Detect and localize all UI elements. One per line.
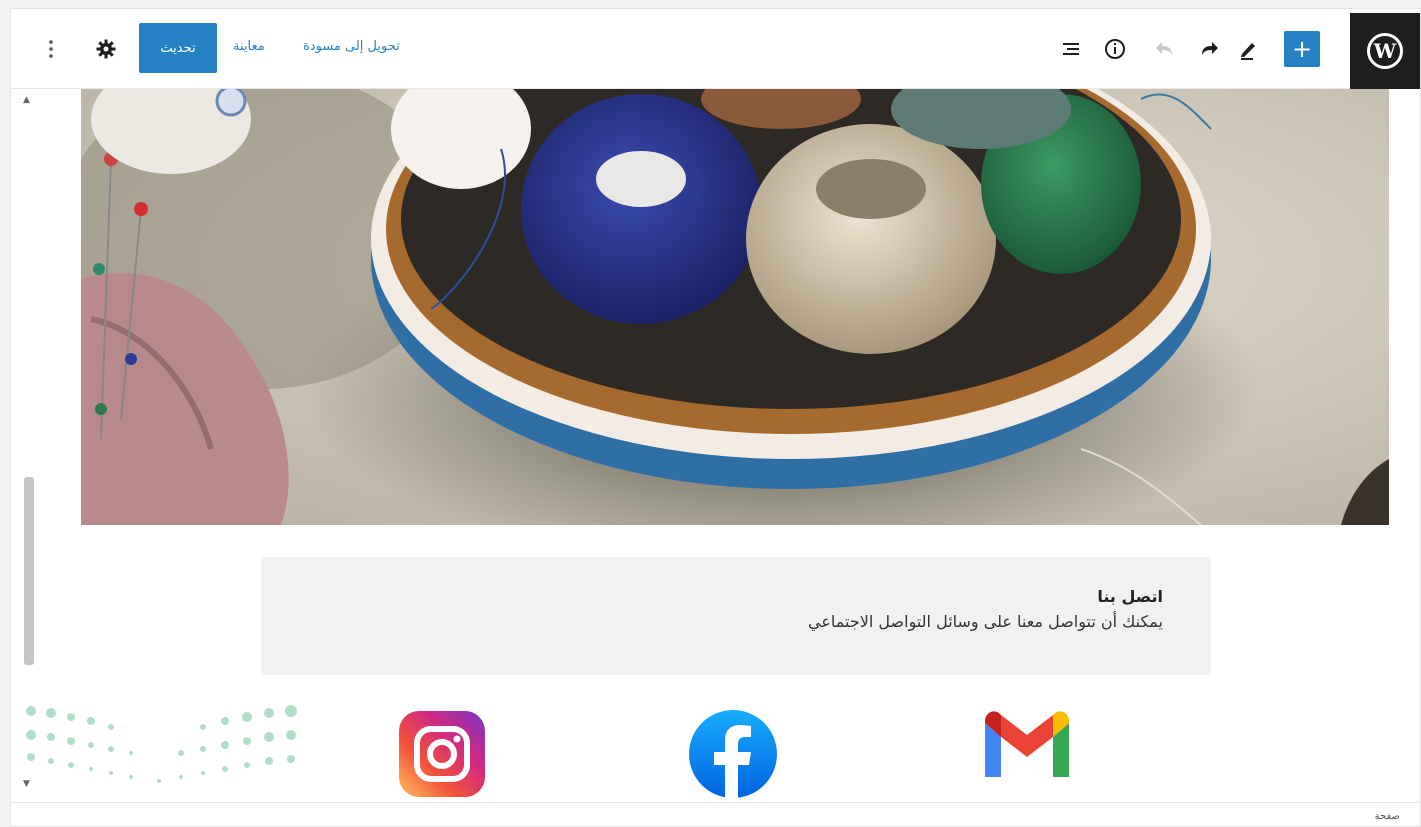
editor-toolbar: W + تحويل إلى مسودة معاينة تحديث <box>11 9 1420 89</box>
preview-link[interactable]: معاينة <box>233 39 265 54</box>
gear-icon <box>96 39 116 59</box>
scrollbar-track[interactable] <box>23 109 35 784</box>
update-button[interactable]: تحديث <box>139 23 217 73</box>
image-block[interactable] <box>81 89 1389 525</box>
settings-button[interactable] <box>91 31 121 67</box>
contact-heading: اتصل بنا <box>1097 587 1163 606</box>
instagram-link[interactable] <box>397 709 487 799</box>
editor-window: W + تحويل إلى مسودة معاينة تحديث ▲ ▼ اتص… <box>10 8 1421 827</box>
yarn-bowl-photo <box>81 89 1389 525</box>
facebook-icon <box>689 710 777 798</box>
redo-button[interactable] <box>1194 31 1224 67</box>
wordpress-logo-icon: W <box>1367 33 1403 69</box>
undo-button[interactable] <box>1150 31 1180 67</box>
list-view-icon <box>1063 43 1079 55</box>
scroll-up-arrow-icon[interactable]: ▲ <box>23 95 30 105</box>
info-icon <box>1105 39 1125 59</box>
editor-footer: صفحة <box>11 802 1420 826</box>
pencil-icon <box>1241 43 1255 60</box>
switch-to-draft-link[interactable]: تحويل إلى مسودة <box>303 39 400 54</box>
options-button[interactable] <box>41 31 61 67</box>
undo-icon <box>1156 42 1172 55</box>
contact-block[interactable]: اتصل بنا يمكنك أن تتواصل معنا على وسائل … <box>261 557 1211 675</box>
breadcrumb-page[interactable]: صفحة <box>1375 811 1400 822</box>
add-block-button[interactable]: + <box>1284 31 1320 67</box>
redo-icon <box>1202 42 1218 55</box>
contact-description: يمكنك أن تتواصل معنا على وسائل التواصل ا… <box>808 612 1163 631</box>
list-view-button[interactable] <box>1056 31 1086 67</box>
scrollbar-thumb[interactable] <box>24 477 34 665</box>
decorative-dots-pattern <box>26 705 297 783</box>
more-vertical-icon <box>49 40 53 58</box>
wordpress-logo-button[interactable]: W <box>1350 13 1420 89</box>
gmail-icon <box>985 711 1069 777</box>
facebook-link[interactable] <box>688 709 778 799</box>
instagram-icon <box>399 711 485 797</box>
gmail-link[interactable] <box>981 709 1073 781</box>
details-button[interactable] <box>1100 31 1130 67</box>
tools-edit-button[interactable] <box>1234 31 1264 67</box>
